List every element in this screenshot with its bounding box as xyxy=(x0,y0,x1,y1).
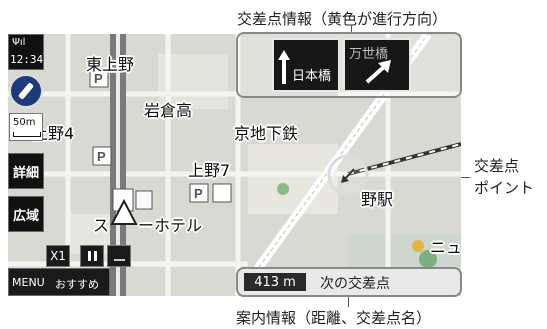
lane-tile-nihonbashi: 日本橋 xyxy=(272,38,340,92)
lane-label-nihonbashi: 日本橋 xyxy=(292,69,332,84)
map-label-nyu: ニュ xyxy=(430,238,461,257)
distance-label: 413 m xyxy=(244,273,306,291)
callout-line-bottom xyxy=(348,297,349,307)
diagonal-arrow-icon xyxy=(365,60,391,84)
clock: 12:34 xyxy=(10,53,44,66)
guidance-bar: 413 m 次の交差点 xyxy=(236,267,462,297)
map-label-subway: 京地下鉄 xyxy=(234,124,299,143)
menu-button[interactable]: MENU xyxy=(12,276,45,289)
scale-label: 50m xyxy=(13,117,36,128)
menu-strip: MENU おすすめ xyxy=(8,268,110,296)
zoom-level-button[interactable]: X1 xyxy=(46,245,70,267)
lane-tile-mansei: 万世橋 xyxy=(343,38,411,92)
svg-text:P: P xyxy=(97,149,106,164)
svg-text:P: P xyxy=(194,186,203,201)
map-label-ueno7: 上野7 xyxy=(188,161,231,180)
scale-bar xyxy=(13,132,41,137)
pause-icon[interactable] xyxy=(80,245,104,267)
compass-icon[interactable] xyxy=(9,74,43,108)
recommend-button[interactable]: おすすめ xyxy=(55,276,99,292)
next-intersection-label: 次の交差点 xyxy=(320,276,390,292)
wide-button[interactable]: 広域 xyxy=(8,196,44,232)
scale-indicator[interactable]: 50m xyxy=(9,113,43,141)
intersection-info-panel: 日本橋 万世橋 xyxy=(236,32,462,98)
antenna-signal-icon: Ψıl xyxy=(12,37,26,48)
intersection-point-callout: 交差点 ポイント xyxy=(474,157,535,197)
intersection-info-callout: 交差点情報（黄色が進行方向） xyxy=(237,10,448,28)
map-label-ueno-station: 野駅 xyxy=(361,190,394,209)
collapse-button[interactable] xyxy=(107,245,131,267)
map-label-hotel: ス xyxy=(93,216,110,235)
guidance-info-callout: 案内情報（距離、交差点名） xyxy=(236,309,432,327)
map-label-iwakura: 岩倉高 xyxy=(144,101,193,120)
detail-button[interactable]: 詳細 xyxy=(8,153,44,189)
map-label-higashi-ueno: 東上野 xyxy=(86,55,135,74)
map-label-hotel2: ーホテル xyxy=(138,216,203,235)
status-box: Ψıl 12:34 xyxy=(8,34,44,70)
